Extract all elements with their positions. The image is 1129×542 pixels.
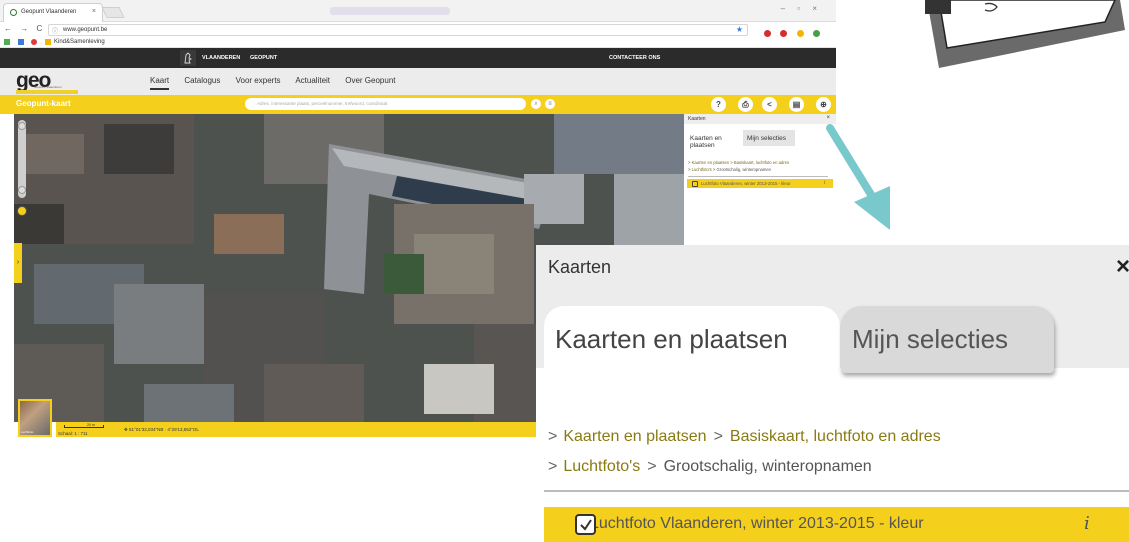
- bookmark-icon[interactable]: [17, 39, 24, 45]
- cartoon-illustration: [925, 0, 1125, 68]
- extension-icon[interactable]: [780, 30, 788, 37]
- panel-title: Kaarten: [548, 257, 612, 277]
- side-panel-title: Kaarten: [688, 116, 706, 122]
- breadcrumb-1: > Kaarten en plaatsen > Basiskaart, luchtfo…: [548, 428, 941, 446]
- location-icon[interactable]: [17, 206, 27, 216]
- bookmark-star-icon[interactable]: ★: [736, 25, 743, 34]
- tab-kaarten-en-plaatsen[interactable]: Kaarten en plaatsen: [544, 306, 840, 372]
- logo-subtitle: Geopunt Vlaanderen: [34, 85, 62, 89]
- map-zoom-controls: [14, 114, 30, 224]
- extension-icon[interactable]: [796, 30, 804, 37]
- side-checkbox-icon[interactable]: [692, 180, 698, 187]
- coordinates-text: 51°01'32,034"NB · 4°29'13,552"OL: [129, 427, 199, 432]
- top-link-vlaanderen[interactable]: VLAANDEREN: [202, 55, 240, 61]
- url-field[interactable]: ⓘ www.geopunt.be ★: [48, 24, 748, 36]
- checkbox-checked-icon[interactable]: [575, 514, 596, 535]
- share-icon[interactable]: <: [762, 97, 777, 112]
- breadcrumb-2: > Luchtfoto's > Grootschalig, winteropnamen: [548, 458, 872, 476]
- geopunt-favicon-icon: [10, 9, 17, 16]
- top-link-geopunt[interactable]: GEOPUNT: [250, 55, 277, 61]
- site-info-icon[interactable]: ⓘ: [52, 26, 58, 35]
- side-selected-layer-label: Luchtfoto Vlaanderen, winter 2013-2015 -…: [701, 181, 791, 186]
- crosshair-icon: ✥: [124, 427, 128, 432]
- site-top-bar: VLAANDEREN GEOPUNT CONTACTEER ONS: [0, 48, 836, 68]
- logo-accent: [16, 90, 78, 94]
- divider: [544, 490, 1129, 492]
- side-tab-mijn-selecties[interactable]: Mijn selecties: [743, 130, 795, 146]
- list-icon[interactable]: ≡: [545, 99, 555, 109]
- info-icon[interactable]: i: [1084, 513, 1090, 534]
- contact-link[interactable]: CONTACTEER ONS: [609, 55, 660, 61]
- bookmarks-bar: Kind&Samenleving: [0, 38, 836, 48]
- chevron-right-icon: >: [713, 428, 723, 445]
- side-crumb-link[interactable]: Basiskaart, luchtfoto en adres: [734, 160, 789, 165]
- side-crumb-link[interactable]: Kaarten en plaatsen: [692, 160, 729, 165]
- bookmark-icon[interactable]: [31, 39, 38, 45]
- scale-bar: 20 m: [64, 423, 104, 428]
- side-panel-header: Kaarten ×: [684, 114, 836, 124]
- navigation-buttons[interactable]: ← → C: [4, 24, 45, 33]
- basemap-thumbnail-label: Luchtfoto: [21, 430, 34, 434]
- chevron-right-icon: >: [647, 458, 657, 475]
- vlaanderen-lion-icon: [180, 50, 196, 66]
- chevron-right-icon: >: [548, 458, 558, 475]
- search-icon[interactable]: ⌕: [531, 99, 541, 109]
- zoom-out-icon[interactable]: [18, 186, 26, 194]
- side-breadcrumb-2: > Luchtfoto's > Grootschalig, winteropna…: [688, 167, 772, 172]
- crumb-luchtfotos[interactable]: Luchtfoto's: [563, 458, 640, 475]
- side-divider: [688, 176, 828, 177]
- print-icon[interactable]: ⎙: [738, 97, 753, 112]
- expand-legend-tab[interactable]: ›: [14, 243, 22, 283]
- browser-tabstrip: Geopunt Vlaanderen × – ▫ ×: [0, 0, 836, 22]
- tab-mijn-selecties[interactable]: Mijn selecties: [841, 306, 1054, 373]
- window-controls[interactable]: – ▫ ×: [781, 4, 822, 13]
- extension-icon[interactable]: [813, 30, 821, 37]
- fullscreen-icon[interactable]: ⊕: [816, 97, 831, 112]
- panel-header: Kaarten ×: [536, 245, 1129, 290]
- folder-icon[interactable]: [45, 39, 52, 45]
- nav-voor-experts[interactable]: Voor experts: [236, 76, 281, 85]
- browser-tab[interactable]: Geopunt Vlaanderen ×: [3, 3, 103, 22]
- coordinates-readout: ✥ 51°01'32,034"NB · 4°29'13,552"OL: [124, 427, 199, 433]
- selected-layer-row[interactable]: Luchtfoto Vlaanderen, winter 2013-2015 -…: [544, 507, 1129, 542]
- bookmark-kind-samenleving[interactable]: Kind&Samenleving: [54, 39, 105, 45]
- pointer-arrow-icon: [826, 124, 890, 230]
- selected-layer-label: Luchtfoto Vlaanderen, winter 2013-2015 -…: [590, 515, 924, 532]
- crumb-basiskaart[interactable]: Basiskaart, luchtfoto en adres: [730, 428, 941, 445]
- basemap-thumbnail[interactable]: Luchtfoto: [18, 399, 52, 437]
- url-text: www.geopunt.be: [63, 27, 108, 33]
- layers-icon[interactable]: ▤: [789, 97, 804, 112]
- app-title: Geopunt-kaart: [16, 99, 71, 108]
- side-breadcrumb-1: > Kaarten en plaatsen > Basiskaart, luch…: [688, 160, 790, 165]
- side-selected-layer[interactable]: Luchtfoto Vlaanderen, winter 2013-2015 -…: [687, 179, 833, 188]
- maps-panel-zoomed: Kaarten × Kaarten en plaatsen Mijn selec…: [536, 245, 1129, 542]
- close-icon[interactable]: ×: [1116, 253, 1129, 281]
- scale-value: 20 m: [87, 423, 95, 427]
- blurred-region: [330, 7, 450, 15]
- address-bar: ← → C ⓘ www.geopunt.be ★: [0, 22, 836, 55]
- browser-tab-title: Geopunt Vlaanderen: [21, 9, 77, 15]
- nav-actualiteit[interactable]: Actualiteit: [295, 76, 330, 85]
- zoom-in-icon[interactable]: [18, 122, 26, 130]
- nav-kaart[interactable]: Kaart: [150, 76, 170, 90]
- help-icon[interactable]: ?: [711, 97, 726, 112]
- nav-catalogus[interactable]: Catalogus: [184, 76, 220, 85]
- tab-close-icon[interactable]: ×: [92, 8, 96, 15]
- side-tab-kaarten-en-plaatsen[interactable]: Kaarten en plaatsen: [687, 130, 741, 149]
- extension-icon[interactable]: [764, 30, 771, 37]
- crumb-kaarten-en-plaatsen[interactable]: Kaarten en plaatsen: [563, 428, 706, 445]
- site-navigation: geo Geopunt Vlaanderen Kaart Catalogus V…: [0, 68, 836, 95]
- map-search-input[interactable]: Adres, interessante plaats, perceelnumme…: [245, 98, 526, 110]
- new-tab-button[interactable]: [101, 7, 125, 18]
- chevron-right-icon: >: [548, 428, 558, 445]
- bookmark-icon[interactable]: [4, 39, 10, 45]
- scale-text: Schaal: 1 : 711: [58, 431, 88, 436]
- map-toolbar: Geopunt-kaart Adres, interessante plaats…: [0, 95, 836, 114]
- crumb-grootschalig: Grootschalig, winteropnamen: [663, 458, 872, 475]
- side-crumb-link[interactable]: Luchtfoto's: [692, 167, 712, 172]
- nav-over-geopunt[interactable]: Over Geopunt: [345, 76, 395, 85]
- side-crumb-current: Grootschalig, winteropnamen: [716, 167, 772, 172]
